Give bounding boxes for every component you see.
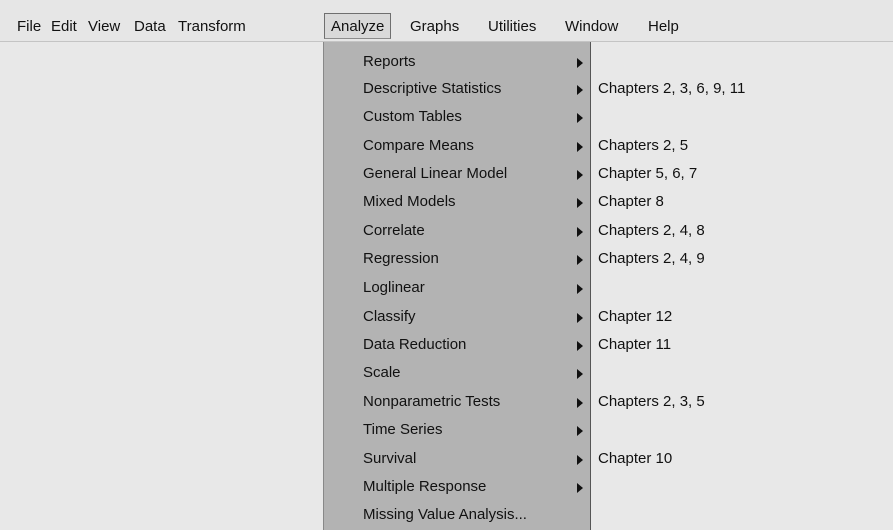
submenu-arrow-icon — [577, 455, 583, 465]
menu-item-label: Missing Value Analysis... — [363, 506, 527, 523]
submenu-arrow-icon — [577, 170, 583, 180]
menu-item-multiple-response[interactable]: Multiple Response — [324, 475, 590, 501]
menu-item-label: General Linear Model — [363, 165, 508, 182]
menu-edit[interactable]: Edit — [51, 18, 77, 36]
submenu-arrow-icon — [577, 113, 583, 123]
annotation-data-reduction: Chapter 11 — [598, 336, 672, 353]
menu-item-label: Descriptive Statistics — [363, 80, 502, 97]
submenu-arrow-icon — [577, 369, 583, 379]
menu-item-compare-means[interactable]: Compare Means — [324, 134, 590, 160]
submenu-arrow-icon — [577, 426, 583, 436]
submenu-arrow-icon — [577, 284, 583, 294]
annotation-compare-means: Chapters 2, 5 — [598, 137, 689, 154]
menu-item-descriptive-statistics[interactable]: Descriptive Statistics — [324, 77, 590, 103]
menu-item-time-series[interactable]: Time Series — [324, 418, 590, 444]
menu-item-mixed-models[interactable]: Mixed Models — [324, 190, 590, 216]
annotation-survival: Chapter 10 — [598, 450, 673, 467]
submenu-arrow-icon — [577, 398, 583, 408]
submenu-arrow-icon — [577, 341, 583, 351]
menu-item-loglinear[interactable]: Loglinear — [324, 276, 590, 302]
menu-graphs[interactable]: Graphs — [410, 18, 459, 36]
submenu-arrow-icon — [577, 483, 583, 493]
menu-item-custom-tables[interactable]: Custom Tables — [324, 105, 590, 131]
menu-item-correlate[interactable]: Correlate — [324, 219, 590, 245]
menu-item-regression[interactable]: Regression — [324, 247, 590, 273]
annotation-regression: Chapters 2, 4, 9 — [598, 250, 705, 267]
submenu-arrow-icon — [577, 313, 583, 323]
menu-item-label: Survival — [363, 450, 417, 467]
submenu-arrow-icon — [577, 142, 583, 152]
submenu-arrow-icon — [577, 198, 583, 208]
menu-item-label: Loglinear — [363, 279, 425, 296]
menu-item-scale[interactable]: Scale — [324, 361, 590, 387]
menu-bar: File Edit View Data Transform Analyze Gr… — [0, 0, 893, 42]
menu-item-missing-value-analysis[interactable]: Missing Value Analysis... — [324, 503, 590, 529]
menu-item-label: Nonparametric Tests — [363, 393, 501, 410]
menu-transform[interactable]: Transform — [178, 18, 246, 36]
annotation-nonparametric-tests: Chapters 2, 3, 5 — [598, 393, 705, 410]
menu-item-label: Classify — [363, 308, 416, 325]
menu-item-label: Time Series — [363, 421, 443, 438]
menu-item-data-reduction[interactable]: Data Reduction — [324, 333, 590, 359]
menu-item-classify[interactable]: Classify — [324, 305, 590, 331]
menu-item-label: Scale — [363, 364, 401, 381]
menu-item-label: Mixed Models — [363, 193, 456, 210]
menu-item-label: Reports — [363, 53, 416, 70]
menu-view[interactable]: View — [88, 18, 120, 36]
submenu-arrow-icon — [577, 227, 583, 237]
menu-item-label: Regression — [363, 250, 439, 267]
menu-window[interactable]: Window — [565, 18, 618, 36]
menu-help[interactable]: Help — [648, 18, 679, 36]
menu-item-survival[interactable]: Survival — [324, 447, 590, 473]
menu-item-general-linear-model[interactable]: General Linear Model — [324, 162, 590, 188]
annotation-descriptive-statistics: Chapters 2, 3, 6, 9, 11 — [598, 80, 746, 97]
submenu-arrow-icon — [577, 255, 583, 265]
submenu-arrow-icon — [577, 85, 583, 95]
menu-item-nonparametric-tests[interactable]: Nonparametric Tests — [324, 390, 590, 416]
menu-item-label: Data Reduction — [363, 336, 467, 353]
menu-analyze[interactable]: Analyze — [324, 13, 392, 39]
menu-item-label: Correlate — [363, 222, 425, 239]
menu-item-label: Custom Tables — [363, 108, 462, 125]
menu-file[interactable]: File — [17, 18, 41, 36]
analyze-dropdown-menu: Reports Descriptive Statistics Custom Ta… — [323, 42, 591, 530]
menu-utilities[interactable]: Utilities — [488, 18, 536, 36]
menu-item-label: Multiple Response — [363, 478, 487, 495]
menu-item-reports[interactable]: Reports — [324, 50, 590, 76]
annotation-classify: Chapter 12 — [598, 308, 673, 325]
menu-data[interactable]: Data — [134, 18, 166, 36]
menu-item-label: Compare Means — [363, 137, 474, 154]
submenu-arrow-icon — [577, 58, 583, 68]
annotation-correlate: Chapters 2, 4, 8 — [598, 222, 705, 239]
annotation-mixed-models: Chapter 8 — [598, 193, 664, 210]
annotation-general-linear-model: Chapter 5, 6, 7 — [598, 165, 698, 182]
